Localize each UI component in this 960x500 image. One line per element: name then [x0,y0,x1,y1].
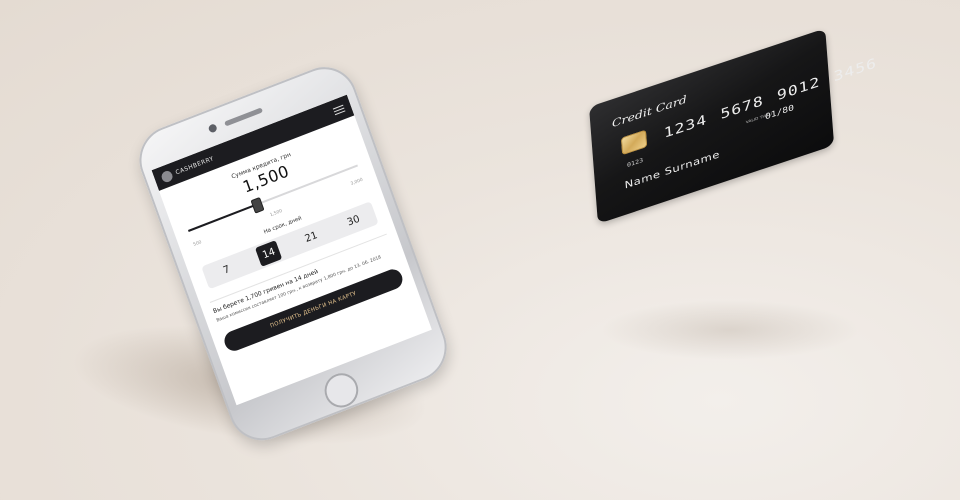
chip-icon [620,129,648,156]
card-number: 1234 5678 9012 3456 [663,55,877,142]
logo-icon [159,168,174,184]
term-option-7[interactable]: 7 [213,256,240,283]
credit-card: Credit Card 1234 5678 9012 3456 0123 VAL… [589,28,877,225]
hamburger-menu-icon[interactable] [332,104,346,115]
slider-thumb[interactable] [250,196,265,214]
card-number-group: 1234 [663,111,708,142]
logo-text: CASHBERRY [174,154,215,176]
term-option-21[interactable]: 21 [298,224,325,251]
card-number-group: 9012 [776,74,821,105]
card-number-group: 3456 [833,55,878,86]
card-shadow [600,300,860,360]
term-option-30[interactable]: 30 [340,207,367,234]
card-holder-name: Name Surname [624,148,721,191]
card-small-number: 0123 [626,157,644,169]
term-option-14[interactable]: 14 [255,240,283,267]
